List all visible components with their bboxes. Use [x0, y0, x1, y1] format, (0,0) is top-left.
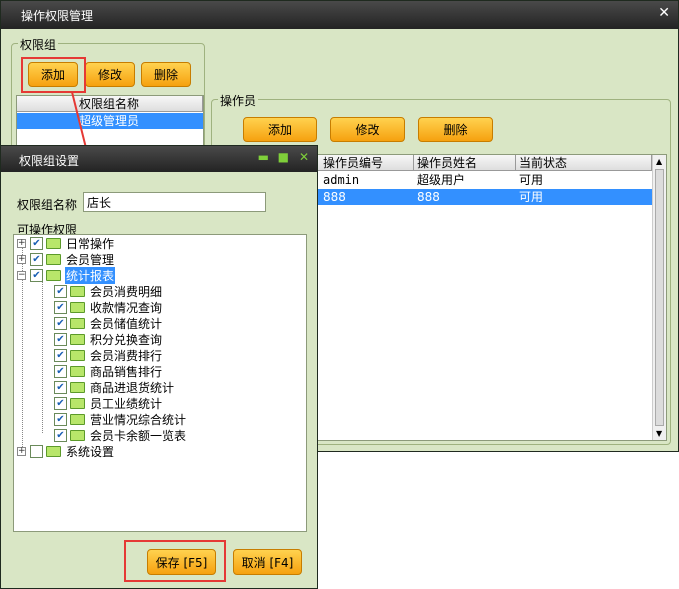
cancel-button[interactable]: 取消 [F4]	[233, 549, 302, 575]
checkbox[interactable]: ✔	[54, 428, 67, 442]
perm-group-delete-button[interactable]: 删除	[141, 62, 191, 87]
window-title: 操作权限管理	[21, 9, 94, 23]
tree-node-system[interactable]: + 系统设置	[17, 443, 115, 459]
folder-icon	[46, 269, 61, 281]
operator-name: 超级用户	[417, 173, 466, 187]
tree-node-child[interactable]: ✔ 会员消费明细	[54, 283, 163, 299]
folder-icon	[46, 253, 61, 265]
tree-node-report[interactable]: − ✔ 统计报表	[17, 266, 116, 284]
operator-add-button[interactable]: 添加	[243, 117, 317, 142]
folder-icon	[70, 429, 85, 441]
checkbox[interactable]: ✔	[54, 364, 67, 378]
checkbox[interactable]: ✔	[54, 316, 67, 330]
col-operator-id[interactable]: 操作员编号	[320, 155, 414, 171]
tree-node-child[interactable]: ✔ 会员卡余额一览表	[54, 427, 187, 443]
tree-node-member[interactable]: + ✔ 会员管理	[17, 251, 115, 267]
scroll-up-icon[interactable]: ▲	[656, 157, 662, 166]
checkbox-daily[interactable]: ✔	[30, 236, 43, 250]
folder-icon	[70, 317, 85, 329]
operator-status: 可用	[519, 190, 544, 204]
col-operator-name[interactable]: 操作员姓名	[414, 155, 516, 171]
folder-icon	[70, 413, 85, 425]
tree-node-child[interactable]: ✔ 会员消费排行	[54, 347, 163, 363]
close-icon[interactable]: ✕	[299, 150, 309, 164]
group-name-label: 权限组名称	[17, 198, 78, 212]
minimize-icon[interactable]: ▬	[258, 150, 269, 164]
expand-icon[interactable]: +	[17, 254, 26, 264]
tree-node-child[interactable]: ✔ 积分兑换查询	[54, 331, 163, 347]
perm-group-edit-button[interactable]: 修改	[85, 62, 135, 87]
operator-status: 可用	[519, 173, 544, 187]
operator-scrollbar[interactable]: ▲ ▼	[652, 155, 666, 440]
checkbox[interactable]: ✔	[54, 348, 67, 362]
checkbox[interactable]: ✔	[54, 284, 67, 298]
collapse-icon[interactable]: −	[17, 270, 26, 280]
folder-icon	[70, 349, 85, 361]
tree-node-child[interactable]: ✔ 商品进退货统计	[54, 379, 175, 395]
scroll-down-icon[interactable]: ▼	[656, 429, 662, 438]
col-operator-status[interactable]: 当前状态	[516, 155, 652, 171]
perm-group-label: 权限组	[18, 36, 59, 53]
close-icon[interactable]: ✕	[658, 5, 670, 21]
tree-node-child[interactable]: ✔ 员工业绩统计	[54, 395, 163, 411]
maximize-icon[interactable]: ■	[278, 150, 289, 164]
tree-node-child[interactable]: ✔ 收款情况查询	[54, 299, 163, 315]
folder-icon	[70, 285, 85, 297]
checkbox[interactable]: ✔	[54, 380, 67, 394]
folder-icon	[46, 237, 61, 249]
main-titlebar: 操作权限管理 ✕	[1, 1, 678, 29]
dialog-titlebar: 权限组设置 ▬ ■ ✕	[1, 146, 317, 172]
operator-name: 888	[417, 190, 440, 204]
tree-node-child[interactable]: ✔ 营业情况综合统计	[54, 411, 187, 427]
perm-group-grid: 权限组名称 超级管理员	[16, 95, 204, 147]
highlight-add	[21, 57, 86, 93]
dialog-title: 权限组设置	[19, 154, 80, 168]
checkbox[interactable]: ✔	[54, 412, 67, 426]
table-row[interactable]: admin 超级用户 可用	[320, 172, 652, 188]
perm-group-dialog: 权限组设置 ▬ ■ ✕ 权限组名称 可操作权限 + ✔ 日常操作 + ✔ 会员管…	[0, 145, 318, 589]
checkbox[interactable]: ✔	[54, 396, 67, 410]
operator-delete-button[interactable]: 删除	[418, 117, 493, 142]
col-perm-group-name[interactable]: 权限组名称	[17, 96, 203, 112]
expand-icon[interactable]: +	[17, 446, 26, 456]
tree-node-daily[interactable]: + ✔ 日常操作	[17, 235, 115, 251]
folder-icon	[70, 397, 85, 409]
expand-icon[interactable]: +	[17, 238, 26, 248]
folder-icon	[70, 301, 85, 313]
checkbox-member[interactable]: ✔	[30, 252, 43, 266]
group-name-field[interactable]	[83, 192, 266, 212]
permission-tree: + ✔ 日常操作 + ✔ 会员管理 − ✔ 统计报表 ✔ 会员消费明细 ✔ 收款…	[13, 234, 307, 532]
table-row[interactable]: 超级管理员	[17, 113, 203, 129]
scroll-thumb[interactable]	[655, 169, 664, 426]
folder-icon	[70, 365, 85, 377]
folder-icon	[70, 381, 85, 393]
checkbox-system[interactable]	[30, 444, 43, 458]
operator-label: 操作员	[218, 92, 259, 109]
checkbox[interactable]: ✔	[54, 300, 67, 314]
folder-icon	[70, 333, 85, 345]
checkbox-report[interactable]: ✔	[30, 268, 43, 282]
checkbox[interactable]: ✔	[54, 332, 67, 346]
tree-node-child[interactable]: ✔ 会员储值统计	[54, 315, 163, 331]
tree-node-child[interactable]: ✔ 商品销售排行	[54, 363, 163, 379]
folder-icon	[46, 445, 61, 457]
save-button[interactable]: 保存 [F5]	[147, 549, 216, 575]
operator-id: admin	[323, 173, 360, 187]
operator-edit-button[interactable]: 修改	[330, 117, 405, 142]
operator-id: 888	[323, 190, 346, 204]
